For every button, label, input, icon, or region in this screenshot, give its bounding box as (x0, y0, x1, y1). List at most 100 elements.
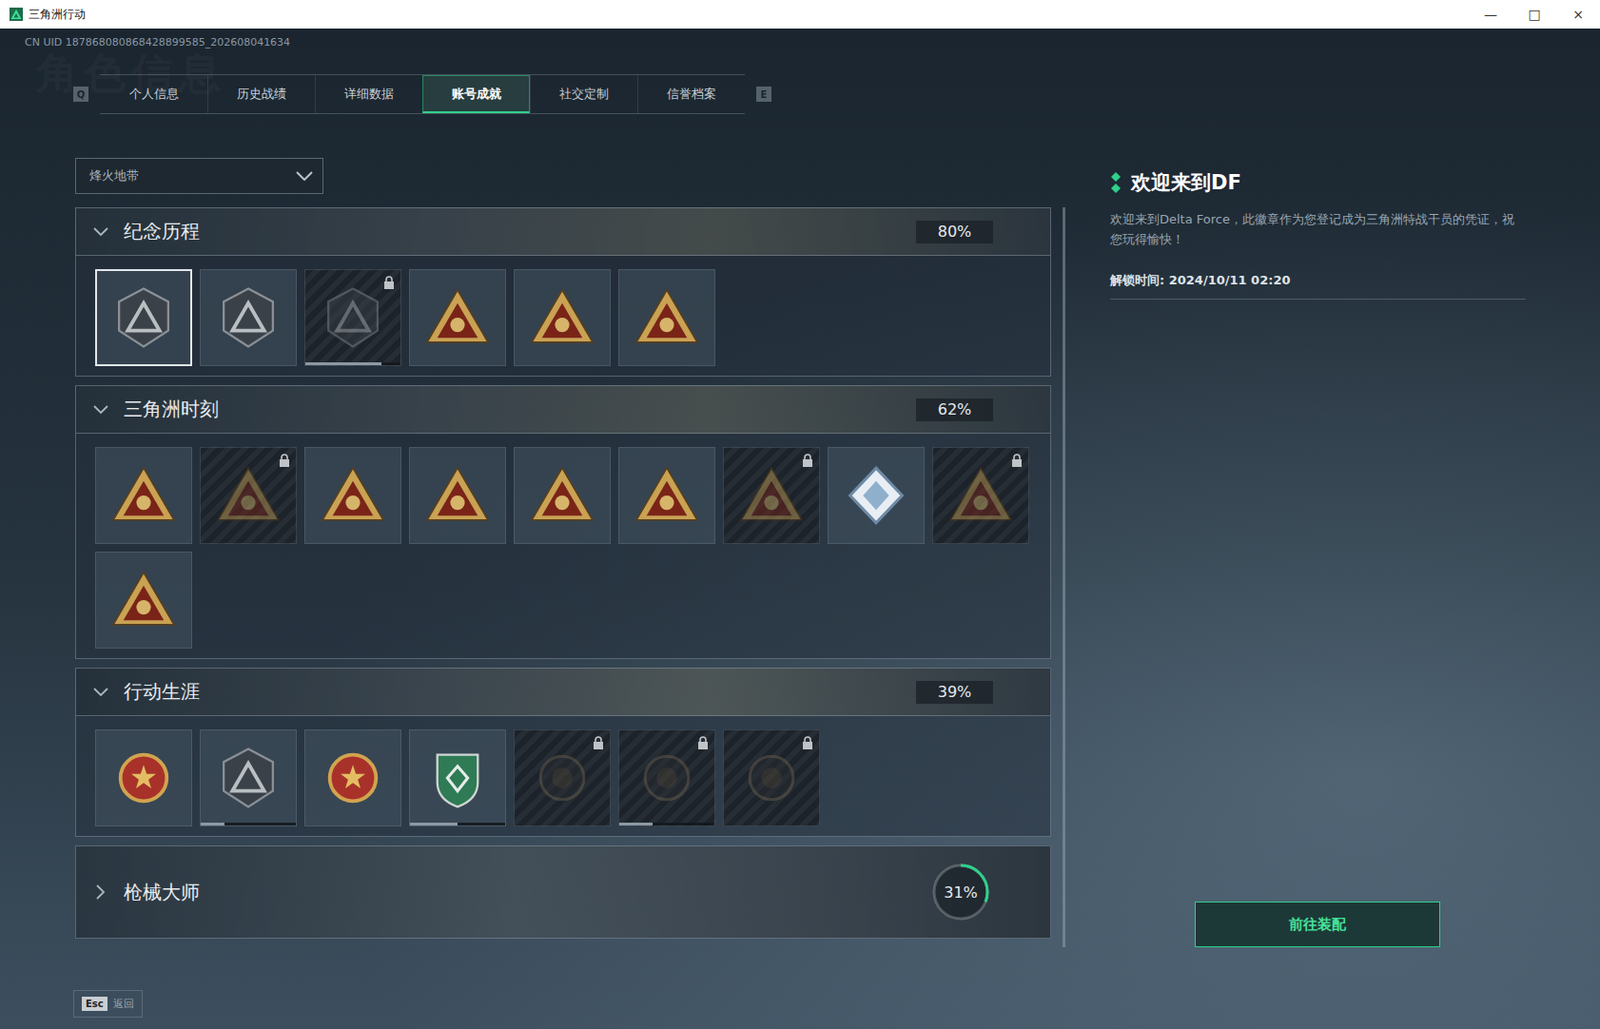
section-title: 枪械大师 (123, 879, 200, 906)
badge-cell[interactable] (304, 729, 402, 827)
section-percent: 62% (916, 398, 994, 422)
badge-cell[interactable] (722, 447, 820, 545)
section-title: 纪念历程 (123, 218, 200, 245)
badge-cell[interactable] (409, 447, 507, 545)
medal-badge-icon (107, 741, 180, 815)
badge-cell[interactable] (618, 447, 716, 545)
expand-chevron-icon (93, 405, 109, 415)
tab[interactable]: 详细数据 (314, 75, 423, 114)
lock-icon (801, 453, 814, 468)
badge-cell[interactable] (513, 269, 611, 367)
medal-badge-icon (316, 741, 390, 815)
achievement-section: 行动生涯39% (75, 667, 1052, 838)
equip-button[interactable]: 前往装配 (1194, 901, 1441, 948)
triangle-badge-icon (526, 459, 599, 532)
next-tab-key[interactable]: E (756, 86, 772, 102)
tab[interactable]: 历史战绩 (207, 75, 315, 114)
section-title: 行动生涯 (123, 679, 200, 705)
badge-cell[interactable] (932, 447, 1030, 545)
section-progress-ring: 31% (930, 861, 992, 923)
badge-progress-bar (619, 822, 715, 826)
game-window: 三角洲行动 —□×角色信息CN UID 187868080868428899585… (0, 0, 1600, 1029)
chevron-down-icon (295, 171, 313, 181)
badge-cell[interactable] (722, 729, 820, 827)
detail-title-row: 欢迎来到DF (1110, 169, 1526, 196)
back-button[interactable]: Esc 返回 (73, 990, 143, 1018)
triangle-badge-icon (421, 459, 494, 532)
badge-cell[interactable] (409, 269, 507, 367)
section-percent: 31% (943, 883, 978, 902)
window-controls: —□× (1468, 0, 1600, 29)
detail-title: 欢迎来到DF (1131, 169, 1242, 196)
lock-icon (383, 275, 395, 290)
window-title: 三角洲行动 (28, 6, 86, 23)
badge-cell[interactable] (95, 551, 193, 649)
tab-strip: 个人信息历史战绩详细数据账号成就社交定制信誉档案 (99, 74, 745, 115)
shield-badge-icon (107, 281, 180, 354)
badge-cell[interactable] (513, 729, 611, 827)
uid-text: CN UID 187868080868428899585_20260804163… (24, 34, 1600, 52)
detail-description: 欢迎来到Delta Force，此徽章作为您登记成为三角洲特战干员的凭证，祝您玩… (1110, 209, 1526, 250)
section-header[interactable]: 行动生涯39% (75, 667, 1052, 717)
badge-detail-panel: 欢迎来到DF 欢迎来到Delta Force，此徽章作为您登记成为三角洲特战干员的… (1110, 157, 1526, 948)
triangle-badge-icon (526, 281, 599, 354)
badge-cell[interactable] (95, 269, 193, 367)
tab[interactable]: 个人信息 (99, 75, 208, 114)
prev-tab-key[interactable]: Q (73, 86, 89, 102)
tab[interactable]: 信誉档案 (637, 75, 745, 114)
crest-badge-icon (421, 741, 494, 815)
esc-key: Esc (81, 996, 108, 1012)
badge-cell[interactable] (199, 447, 297, 545)
unlock-time: 解锁时间: 2024/10/11 02:20 (1110, 272, 1526, 290)
badge-cell[interactable] (409, 729, 507, 827)
main-area: 烽火地带纪念历程80%三角洲时刻62%行动生涯39%枪械大师31%欢迎来到DF欢… (0, 157, 1600, 948)
badge-cell[interactable] (95, 729, 193, 827)
badge-progress-bar (200, 822, 296, 826)
tab-bar: Q 个人信息历史战绩详细数据账号成就社交定制信誉档案 E (0, 74, 1600, 115)
triangle-badge-icon (107, 459, 180, 532)
badge-cell[interactable] (618, 729, 716, 827)
section-header[interactable]: 三角洲时刻 62% (75, 385, 1052, 434)
triangle-badge-icon (630, 281, 703, 354)
game-screen: 角色信息CN UID 187868080868428899585_2026080… (0, 28, 1600, 1029)
badge-progress-bar (409, 822, 506, 826)
shield-badge-icon (212, 741, 285, 815)
badge-grid (75, 433, 1052, 660)
back-label: 返回 (113, 996, 135, 1012)
window-control-button[interactable]: × (1556, 0, 1600, 29)
badge-cell[interactable] (199, 729, 297, 827)
section-header[interactable]: 纪念历程80% (75, 207, 1052, 256)
achievement-section: 三角洲时刻 62% (75, 385, 1052, 660)
window-control-button[interactable]: — (1468, 0, 1513, 29)
section-title: 三角洲时刻 (123, 396, 219, 423)
badge-cell[interactable] (304, 269, 402, 367)
window-control-button[interactable]: □ (1512, 0, 1557, 29)
scrollbar[interactable] (1062, 207, 1066, 948)
triangle-badge-icon (316, 459, 390, 532)
triangle-badge-icon (944, 459, 1017, 532)
shield-badge-icon (212, 281, 285, 354)
badge-cell[interactable] (304, 447, 402, 545)
lock-icon (278, 453, 291, 468)
badge-cell[interactable] (618, 269, 716, 367)
mode-dropdown[interactable]: 烽火地带 (75, 157, 324, 195)
mode-dropdown-value: 烽火地带 (89, 167, 139, 185)
achievement-column: 烽火地带纪念历程80% 三角洲时刻 62% 行动生涯39% 枪械大师 31% (75, 157, 1052, 948)
badge-grid (75, 716, 1052, 838)
green-diamond-icon (1110, 172, 1122, 194)
expand-chevron-icon (96, 884, 106, 900)
badge-cell[interactable] (513, 447, 611, 545)
badge-cell[interactable] (827, 447, 925, 545)
expand-chevron-icon (93, 687, 109, 698)
delta-logo-icon (9, 7, 23, 21)
badge-grid (75, 255, 1052, 377)
tab[interactable]: 社交定制 (529, 75, 638, 114)
badge-cell[interactable] (199, 269, 297, 367)
badge-cell[interactable] (95, 447, 193, 545)
lock-icon (592, 736, 605, 750)
coin-badge-icon (526, 741, 599, 815)
title-bar: 三角洲行动 —□× (0, 0, 1600, 29)
tab[interactable]: 账号成就 (422, 75, 530, 114)
lock-icon (801, 736, 814, 750)
section-header[interactable]: 枪械大师 31% (75, 845, 1052, 939)
